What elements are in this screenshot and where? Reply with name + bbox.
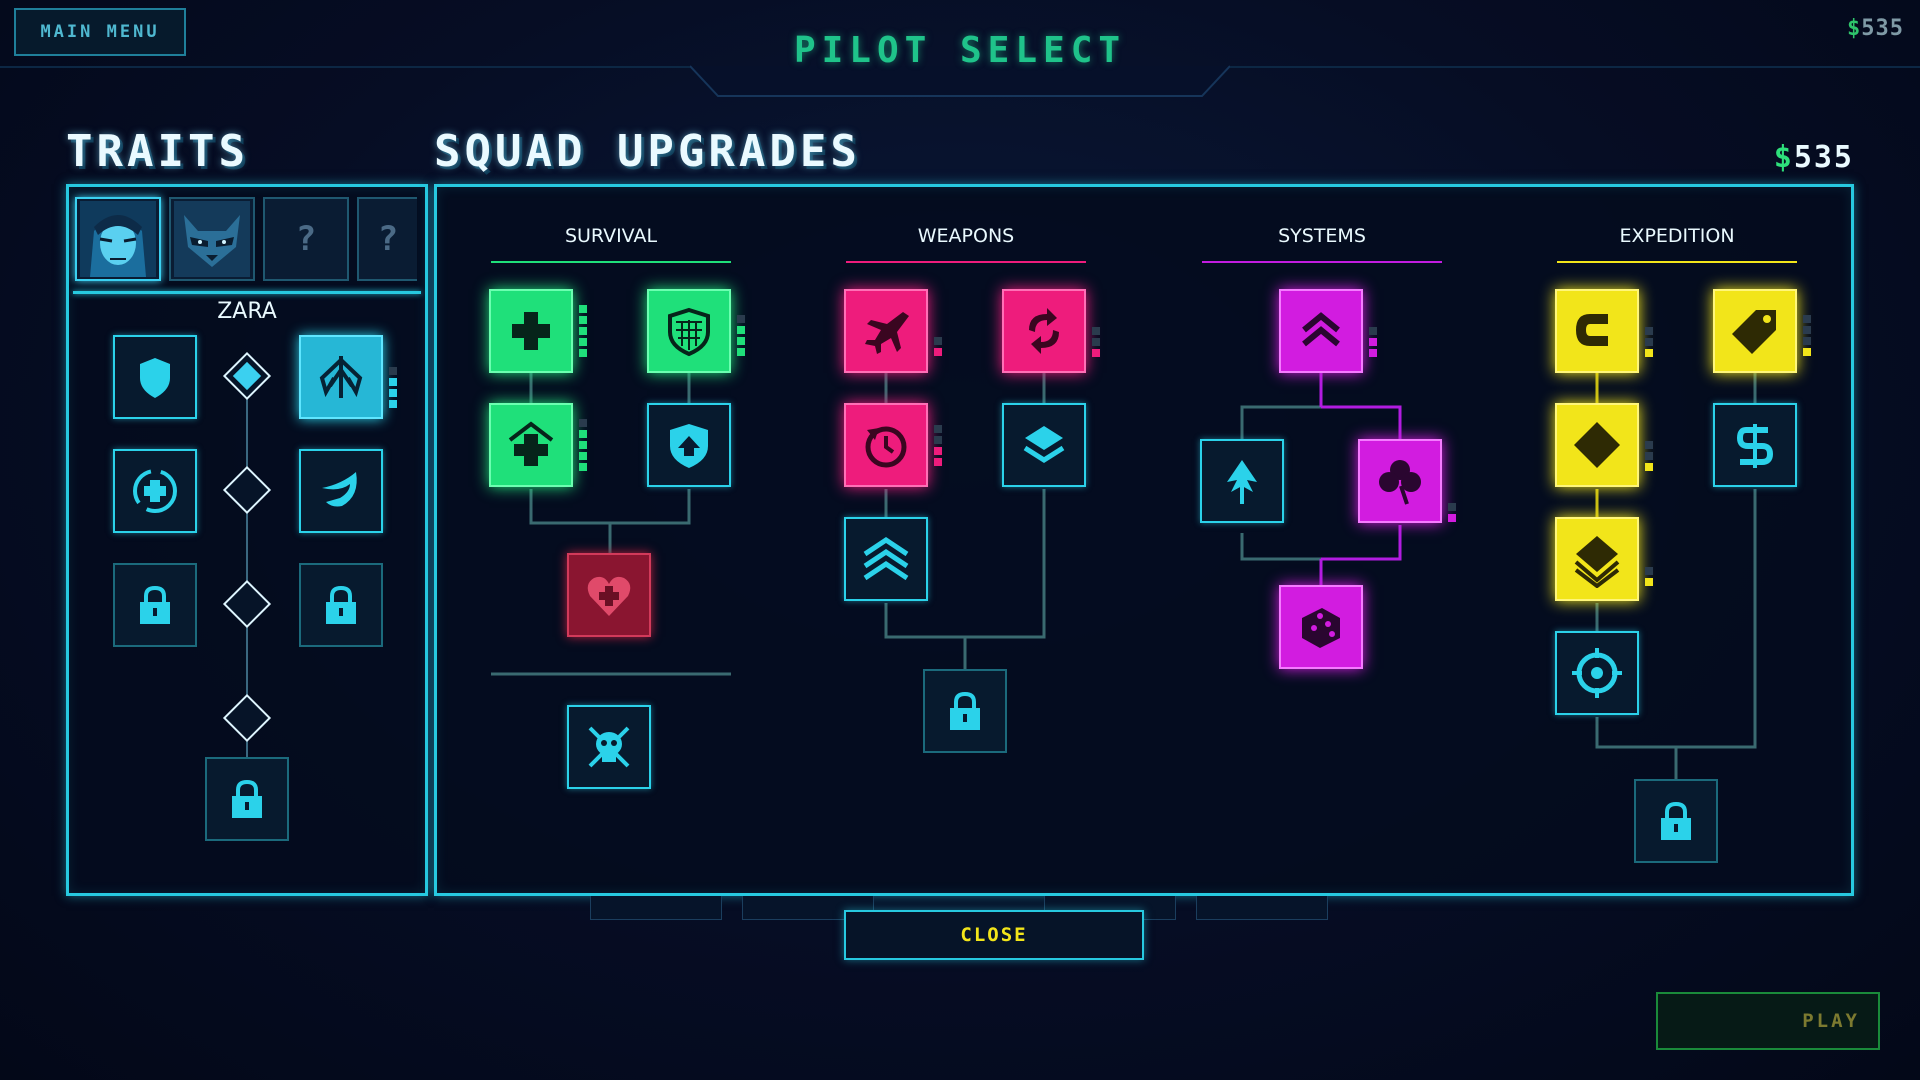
price-tag-pips xyxy=(1803,315,1811,356)
heal-pips xyxy=(579,305,587,357)
upgrade-skull[interactable] xyxy=(567,705,651,789)
shield-icon xyxy=(140,358,170,398)
chevrons-icon xyxy=(863,536,909,581)
upgrade-armor-plating[interactable] xyxy=(647,289,731,373)
upgrade-missile[interactable] xyxy=(844,289,928,373)
currency-symbol: $ xyxy=(1773,140,1794,175)
play-button[interactable]: PLAY xyxy=(1656,992,1880,1050)
upgrade-dice[interactable] xyxy=(1279,585,1363,669)
stack-pips xyxy=(1645,567,1653,586)
cooldown-pips xyxy=(934,425,942,466)
skull-crossbones-icon xyxy=(588,726,630,768)
trait-locked-right[interactable] xyxy=(299,563,383,647)
header-divider-left xyxy=(0,66,690,68)
traits-title: TRAITS xyxy=(66,126,249,177)
heart-plus-icon xyxy=(587,576,631,616)
upgrade-luck[interactable] xyxy=(1358,439,1442,523)
upgrade-heart[interactable] xyxy=(567,553,651,637)
missile-pips xyxy=(934,337,942,356)
squad-money: $535 xyxy=(1773,140,1854,175)
header-divider-right xyxy=(1230,66,1920,68)
upgrade-rank[interactable] xyxy=(844,517,928,601)
traits-panel: ? ? ZARA xyxy=(66,184,428,896)
page-title: PILOT SELECT xyxy=(793,30,1127,71)
top-money: $535 xyxy=(1847,16,1904,41)
upgrade-level-up[interactable] xyxy=(1279,289,1363,373)
hex-shield-icon xyxy=(668,307,710,357)
plus-icon xyxy=(512,312,550,350)
cooldown-icon xyxy=(865,426,907,468)
jet-icon xyxy=(865,312,909,354)
heal-boost-pips xyxy=(579,419,587,471)
crystal-pips xyxy=(1645,441,1653,471)
squad-upgrades-panel: SURVIVAL WEAPONS SYSTEMS EXPEDITION xyxy=(434,184,1854,896)
upgrade-crystal[interactable] xyxy=(1555,403,1639,487)
dollar-icon xyxy=(1736,424,1774,468)
lock-icon xyxy=(326,585,356,624)
upgrade-shield-up[interactable] xyxy=(647,403,731,487)
heal-cycle-icon xyxy=(133,469,177,513)
magnet-pips xyxy=(1645,327,1653,357)
upgrade-target[interactable] xyxy=(1555,631,1639,715)
main-menu-button[interactable]: MAIN MENU xyxy=(14,8,186,56)
trait-locked-final[interactable] xyxy=(205,757,289,841)
crystal-icon xyxy=(1574,422,1620,468)
slash-icon xyxy=(322,472,357,507)
magnet-icon xyxy=(1576,314,1608,346)
currency-symbol: $ xyxy=(1847,16,1862,41)
double-chevron-icon xyxy=(1302,312,1340,347)
price-tag-icon xyxy=(1732,310,1776,354)
lock-icon xyxy=(1661,801,1691,840)
luck-pips xyxy=(1448,503,1456,522)
layers-icon xyxy=(1023,426,1065,463)
lock-icon xyxy=(140,585,170,624)
squad-upgrades-title: SQUAD UPGRADES xyxy=(434,126,861,177)
upgrade-heal[interactable] xyxy=(489,289,573,373)
dice-icon xyxy=(1302,608,1340,648)
upgrade-boost[interactable] xyxy=(1200,439,1284,523)
shield-up-icon xyxy=(670,424,708,468)
stack-icon xyxy=(1574,536,1620,588)
clover-icon xyxy=(1379,460,1421,505)
reload-icon xyxy=(1029,308,1059,354)
pilot-slot-background xyxy=(1196,896,1328,920)
upgrade-stack[interactable] xyxy=(1555,517,1639,601)
reload-pips xyxy=(1092,327,1100,357)
trait-wings[interactable] xyxy=(299,335,383,419)
trait-heal-cycle[interactable] xyxy=(113,449,197,533)
upgrade-reload[interactable] xyxy=(1002,289,1086,373)
header-plate: PILOT SELECT xyxy=(690,0,1230,100)
upgrade-money[interactable] xyxy=(1713,403,1797,487)
lock-icon xyxy=(232,779,262,818)
upgrade-price-tag[interactable] xyxy=(1713,289,1797,373)
wings-icon xyxy=(319,356,363,398)
upgrade-weapons-locked[interactable] xyxy=(923,669,1007,753)
trait-wings-pips xyxy=(389,367,397,408)
armor-pips xyxy=(737,315,745,356)
upgrade-magnet[interactable] xyxy=(1555,289,1639,373)
upgrade-cooldown[interactable] xyxy=(844,403,928,487)
plus-boost-icon xyxy=(508,421,554,466)
trait-slash[interactable] xyxy=(299,449,383,533)
level-up-pips xyxy=(1369,327,1377,357)
trait-locked-left[interactable] xyxy=(113,563,197,647)
pilot-slot-background xyxy=(590,896,722,920)
close-button[interactable]: CLOSE xyxy=(844,910,1144,960)
trait-shield[interactable] xyxy=(113,335,197,419)
upgrade-expedition-locked[interactable] xyxy=(1634,779,1718,863)
target-icon xyxy=(1572,648,1622,698)
arrow-up-icon xyxy=(1227,460,1257,504)
lock-icon xyxy=(950,691,980,730)
upgrade-layers[interactable] xyxy=(1002,403,1086,487)
upgrade-heal-boost[interactable] xyxy=(489,403,573,487)
